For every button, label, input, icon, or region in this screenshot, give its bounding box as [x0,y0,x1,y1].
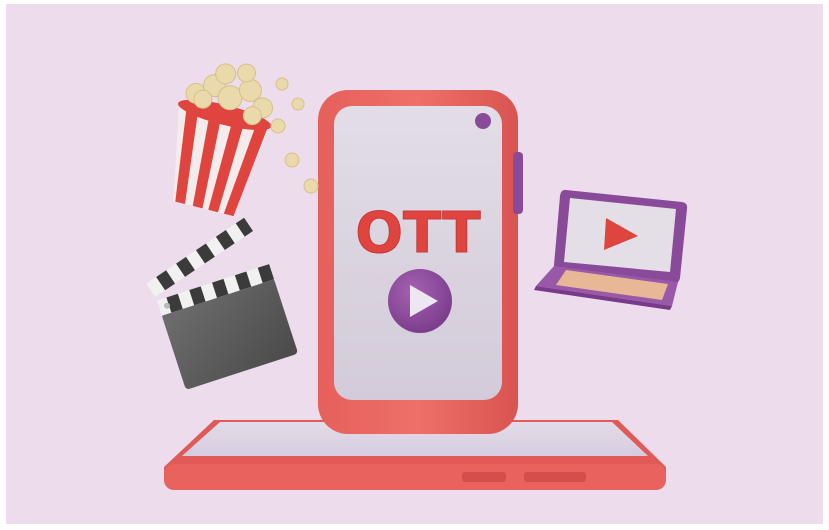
ott-illustration: OTT [146,63,688,490]
film-clapperboard [146,217,298,389]
falling-popcorn [270,77,319,194]
laptop [534,189,688,310]
image-frame: OTT [0,0,829,530]
camera-dot [475,113,491,129]
play-button-icon [388,269,452,333]
smartphone: OTT [318,90,523,434]
ott-illustration-scene: OTT [6,4,823,524]
popcorn-bucket [173,63,274,217]
ott-title: OTT [355,201,480,266]
